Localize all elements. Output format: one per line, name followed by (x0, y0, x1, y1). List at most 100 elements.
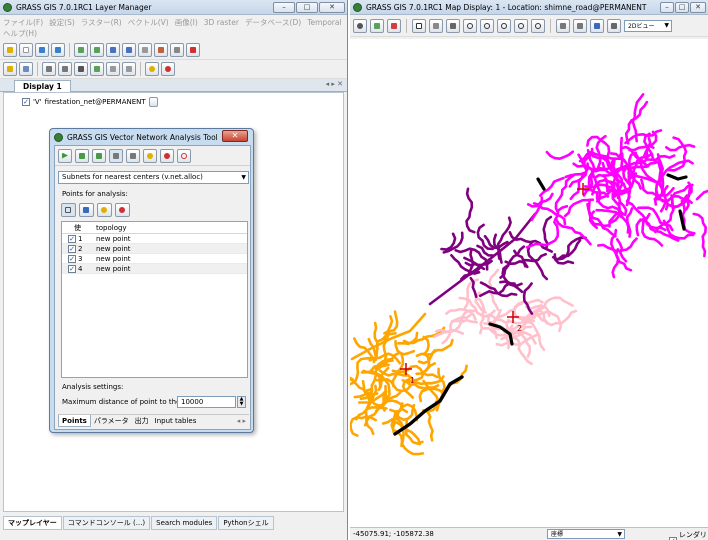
add-multiple-raster-button[interactable] (90, 43, 104, 57)
point-checkbox[interactable]: ✓ (68, 244, 76, 253)
view-mode-select[interactable]: 2Dビュー ▼ (624, 19, 672, 32)
tab-controls[interactable]: ◂ ▸ ✕ (326, 80, 343, 88)
quit-button[interactable] (177, 148, 191, 163)
georectify-button[interactable] (122, 62, 136, 76)
minimize-button[interactable]: – (273, 1, 295, 13)
point-checkbox[interactable]: ✓ (68, 264, 76, 273)
help-lifebuoy-button[interactable] (161, 62, 175, 76)
redo-button[interactable] (92, 148, 106, 163)
attribute-table-button[interactable] (19, 62, 33, 76)
vector-type-label: 'V' (33, 98, 42, 106)
analyze-button[interactable] (556, 18, 570, 33)
add-vector-button[interactable] (106, 43, 120, 57)
magenta-subnet-road (545, 150, 575, 160)
menu-settings[interactable]: 設定(S) (49, 17, 75, 28)
help-lifebuoy-button[interactable] (160, 148, 174, 163)
decoration-button[interactable] (573, 18, 587, 33)
menu-temporal[interactable]: Temporal (307, 17, 341, 28)
new-display-button[interactable] (3, 43, 17, 57)
undo-button[interactable] (75, 148, 89, 163)
tab-python-shell[interactable]: Pythonシェル (218, 516, 274, 530)
close-button[interactable]: ✕ (690, 1, 706, 13)
save-temp-layer-button[interactable] (126, 148, 140, 163)
print-button[interactable] (607, 18, 621, 33)
menu-vector[interactable]: ベクトル(V) (128, 17, 169, 28)
table-row[interactable]: ✓ 1 new point (62, 234, 247, 244)
tab-points[interactable]: Points (58, 415, 91, 427)
layer-properties-icon[interactable] (148, 97, 158, 107)
edit-vector-button[interactable] (3, 62, 17, 76)
select-point-button[interactable] (61, 203, 76, 217)
status-mode-select[interactable]: 座標 ▼ (547, 529, 625, 539)
zoom-in-icon[interactable] (463, 18, 477, 33)
menu-3d-raster[interactable]: 3D raster (204, 17, 239, 28)
add-group-button[interactable] (138, 43, 152, 57)
tab-input-tables[interactable]: Input tables (152, 415, 200, 427)
cartographic-composer-button[interactable] (58, 62, 72, 76)
modeler-button[interactable] (90, 62, 104, 76)
maximize-button[interactable]: □ (296, 1, 318, 13)
render-map-button[interactable] (370, 18, 384, 33)
add-raster-button[interactable] (74, 43, 88, 57)
zoom-menu-icon[interactable] (531, 18, 545, 33)
open-workspace-button[interactable] (35, 43, 49, 57)
add-multiple-vector-button[interactable] (122, 43, 136, 57)
save-display-button[interactable] (590, 18, 604, 33)
point-checkbox[interactable]: ✓ (68, 234, 76, 243)
zoom-back-icon[interactable] (514, 18, 528, 33)
menu-help[interactable]: ヘルプ(H) (3, 28, 37, 39)
pan-icon[interactable] (446, 18, 460, 33)
layer-item[interactable]: ✓ 'V' firestation_net@PERMANENT (22, 97, 158, 107)
menu-raster[interactable]: ラスター(R) (81, 17, 122, 28)
zoom-out-icon[interactable] (480, 18, 494, 33)
tab-command-console[interactable]: コマンドコンソール (...) (62, 516, 151, 530)
map-calculator-button[interactable] (42, 62, 56, 76)
eye-icon[interactable] (353, 18, 367, 33)
column-topology[interactable]: topology (96, 222, 247, 233)
run-analysis-button[interactable] (58, 148, 72, 163)
point-checkbox[interactable]: ✓ (68, 254, 76, 263)
script-button[interactable] (106, 62, 120, 76)
layer-checkbox[interactable]: ✓ (22, 98, 30, 106)
dialog-close-button[interactable]: ✕ (222, 130, 248, 142)
query-button[interactable] (429, 18, 443, 33)
tab-output[interactable]: 出力 (132, 415, 152, 427)
maximize-button[interactable]: □ (675, 1, 689, 13)
zoom-extent-icon[interactable] (497, 18, 511, 33)
remove-layer-button[interactable] (186, 43, 200, 57)
table-row[interactable]: ✓ 4 new point (62, 264, 247, 274)
table-row[interactable]: ✓ 2 new point (62, 244, 247, 254)
max-distance-input[interactable]: 10000 (177, 396, 236, 408)
new-workspace-button[interactable] (19, 43, 33, 57)
tab-search-modules[interactable]: Search modules (151, 516, 218, 530)
menu-file[interactable]: ファイル(F) (3, 17, 43, 28)
remove-point-button[interactable] (115, 203, 130, 217)
show-result-button[interactable] (109, 148, 123, 163)
render-toggle[interactable]: ✓ レンダリング (669, 529, 708, 540)
menu-imagery[interactable]: 画像(I) (175, 17, 198, 28)
menu-database[interactable]: データベース(D) (245, 17, 301, 28)
point-label: 1 (410, 376, 415, 385)
tab-display-1[interactable]: Display 1 (14, 80, 71, 92)
grid-icon[interactable] (74, 62, 88, 76)
settings-button[interactable] (145, 62, 159, 76)
tab-map-layers[interactable]: マップレイヤー (3, 516, 62, 530)
erase-button[interactable] (387, 18, 401, 33)
add-map-elements-button[interactable] (170, 43, 184, 57)
tab-scroll-arrows[interactable]: ◂ ▸ (234, 415, 249, 427)
table-row[interactable]: ✓ 3 new point (62, 254, 247, 264)
tab-parameters[interactable]: パラメータ (91, 415, 132, 427)
max-distance-spinner[interactable]: ▲ ▼ (237, 396, 246, 408)
add-point-button[interactable] (97, 203, 112, 217)
settings-button[interactable] (143, 148, 157, 163)
grass-app-icon (54, 132, 63, 142)
column-use[interactable]: 使 (62, 222, 96, 233)
minimize-button[interactable]: – (660, 1, 674, 13)
insert-point-button[interactable] (79, 203, 94, 217)
close-button[interactable]: ✕ (319, 1, 345, 13)
analysis-type-select[interactable]: Subnets for nearest centers (v.net.alloc… (58, 171, 249, 184)
add-overlay-button[interactable] (154, 43, 168, 57)
map-canvas[interactable]: 12 (350, 39, 708, 527)
save-workspace-button[interactable] (51, 43, 65, 57)
pointer-icon[interactable] (412, 18, 426, 33)
